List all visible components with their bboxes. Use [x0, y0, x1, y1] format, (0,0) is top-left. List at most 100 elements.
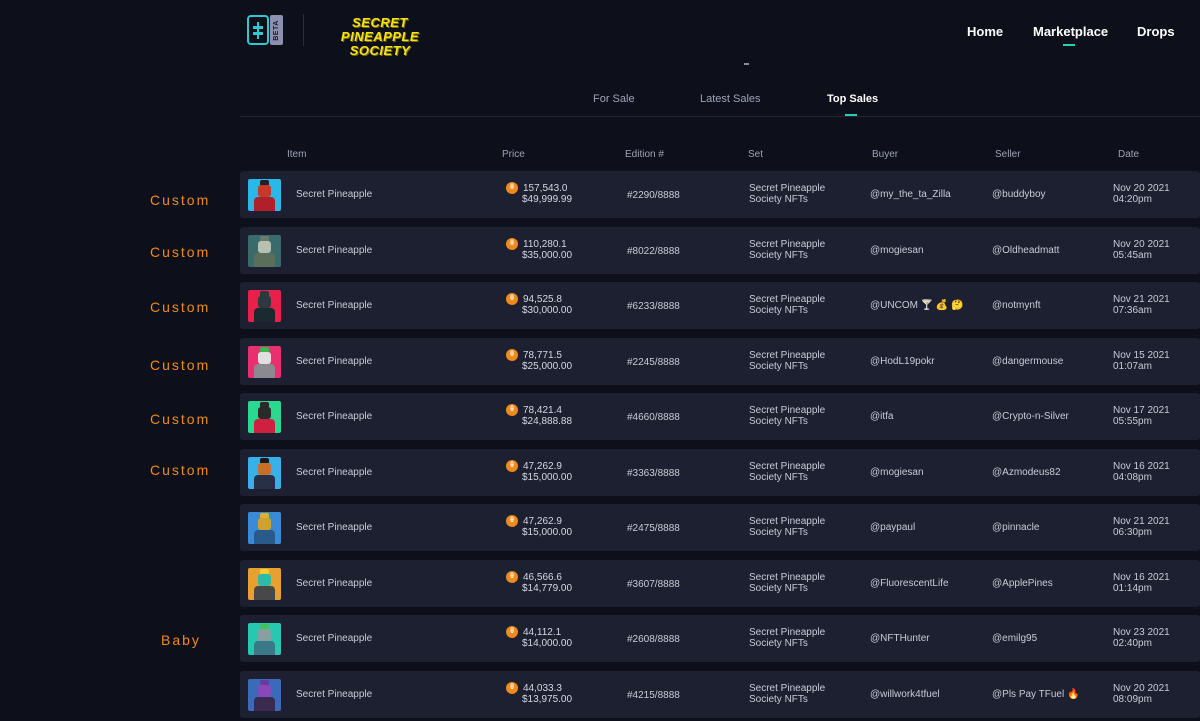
seller-link[interactable]: @Crypto-n-Silver	[992, 411, 1069, 422]
column-header-seller: Seller	[995, 149, 1021, 160]
edition-number: #4215/8888	[627, 690, 680, 701]
item-name: Secret Pineapple	[296, 578, 373, 589]
brand-line-1: SECRET PINEAPPLE	[340, 15, 420, 44]
buyer-link[interactable]: @NFTHunter	[870, 633, 930, 644]
set-name-line-1: Secret Pineapple	[749, 683, 826, 694]
seller-link[interactable]: @emilg95	[992, 633, 1037, 644]
sale-date-time: 05:55pm	[1113, 416, 1152, 427]
item-name: Secret Pineapple	[296, 467, 373, 478]
table-row[interactable]: Secret Pineapple θ 44,033.3 $13,975.00 #…	[240, 671, 1200, 718]
divider-dash	[744, 63, 749, 65]
sale-date-day: Nov 20 2021	[1113, 683, 1170, 694]
table-row[interactable]: Secret Pineapple θ 78,771.5 $25,000.00 #…	[240, 338, 1200, 385]
seller-link[interactable]: @buddyboy	[992, 189, 1046, 200]
nav-home[interactable]: Home	[967, 24, 1003, 39]
side-annotation-label: Custom	[150, 299, 211, 315]
sale-date-time: 07:36am	[1113, 305, 1152, 316]
table-row[interactable]: Secret Pineapple θ 47,262.9 $15,000.00 #…	[240, 449, 1200, 496]
tfuel-coin-icon: θ	[506, 238, 518, 250]
price-tfuel: 110,280.1	[523, 239, 567, 250]
item-name: Secret Pineapple	[296, 522, 373, 533]
nav-drops[interactable]: Drops	[1137, 24, 1175, 39]
seller-link[interactable]: @Azmodeus82	[992, 467, 1061, 478]
nft-thumbnail	[248, 179, 281, 211]
column-header-set: Set	[748, 149, 764, 160]
edition-number: #8022/8888	[627, 246, 680, 257]
edition-number: #3363/8888	[627, 468, 680, 479]
tab-top-sales[interactable]: Top Sales	[827, 93, 878, 105]
buyer-link[interactable]: @my_the_ta_Zilla	[870, 189, 951, 200]
price-usd: $15,000.00	[522, 472, 573, 483]
set-name: Secret Pineapple Society NFTs	[749, 183, 849, 205]
table-row[interactable]: Secret Pineapple θ 157,543.0 $49,999.99 …	[240, 171, 1200, 218]
pineapple-head-icon	[258, 296, 271, 308]
set-name-line-1: Secret Pineapple	[749, 350, 826, 361]
tfuel-coin-icon: θ	[506, 571, 518, 583]
brand-line-2: SOCIETY	[349, 43, 411, 58]
seller-link[interactable]: @dangermouse	[992, 356, 1063, 367]
buyer-link[interactable]: @mogiesan	[870, 245, 924, 256]
sale-date-time: 04:20pm	[1113, 194, 1152, 205]
seller-link[interactable]: @notmynft	[992, 300, 1041, 311]
set-name-line-2: Society NFTs	[749, 194, 808, 205]
set-name: Secret Pineapple Society NFTs	[749, 294, 849, 316]
edition-number: #2475/8888	[627, 523, 680, 534]
price-usd: $13,975.00	[522, 694, 573, 705]
sale-date: Nov 16 2021 04:08pm	[1113, 461, 1170, 483]
set-name-line-2: Society NFTs	[749, 361, 808, 372]
edition-number: #3607/8888	[627, 579, 680, 590]
buyer-link[interactable]: @paypaul	[870, 522, 915, 533]
tfuel-coin-icon: θ	[506, 460, 518, 472]
table-row[interactable]: Secret Pineapple θ 47,262.9 $15,000.00 #…	[240, 504, 1200, 551]
set-name-line-1: Secret Pineapple	[749, 239, 826, 250]
nft-thumbnail	[248, 346, 281, 378]
price-tfuel: 78,771.5	[523, 350, 562, 361]
tabs-divider	[240, 116, 1200, 117]
brand-logo[interactable]: SECRET PINEAPPLE SOCIETY	[321, 16, 439, 58]
price-usd: $14,000.00	[522, 638, 573, 649]
tfuel-coin-icon: θ	[506, 182, 518, 194]
nav-marketplace[interactable]: Marketplace	[1033, 24, 1108, 39]
seller-link[interactable]: @Pls Pay TFuel 🔥	[992, 689, 1079, 700]
sale-date-day: Nov 15 2021	[1113, 350, 1170, 361]
price-tfuel: 44,033.3	[523, 683, 562, 694]
seller-link[interactable]: @Oldheadmatt	[992, 245, 1059, 256]
price-usd: $25,000.00	[522, 361, 573, 372]
pineapple-body-icon	[254, 475, 275, 489]
sale-date-day: Nov 23 2021	[1113, 627, 1170, 638]
tab-for-sale[interactable]: For Sale	[593, 93, 635, 105]
table-row[interactable]: Secret Pineapple θ 94,525.8 $30,000.00 #…	[240, 282, 1200, 329]
buyer-link[interactable]: @UNCOM 🍸 💰 🤔	[870, 300, 964, 311]
tab-latest-sales[interactable]: Latest Sales	[700, 93, 761, 105]
side-annotation-label: Custom	[150, 192, 211, 208]
set-name: Secret Pineapple Society NFTs	[749, 350, 849, 372]
seller-link[interactable]: @pinnacle	[992, 522, 1039, 533]
buyer-link[interactable]: @FluorescentLife	[870, 578, 949, 589]
table-row[interactable]: Secret Pineapple θ 44,112.1 $14,000.00 #…	[240, 615, 1200, 662]
buyer-link[interactable]: @HodL19pokr	[870, 356, 935, 367]
item-name: Secret Pineapple	[296, 411, 373, 422]
pineapple-head-icon	[258, 407, 271, 419]
sale-date-time: 04:08pm	[1113, 472, 1152, 483]
set-name: Secret Pineapple Society NFTs	[749, 239, 849, 261]
logo-stem-icon	[257, 22, 259, 39]
seller-link[interactable]: @ApplePines	[992, 578, 1053, 589]
table-row[interactable]: Secret Pineapple θ 110,280.1 $35,000.00 …	[240, 227, 1200, 274]
sale-date-day: Nov 16 2021	[1113, 461, 1170, 472]
buyer-link[interactable]: @mogiesan	[870, 467, 924, 478]
buyer-link[interactable]: @itfa	[870, 411, 894, 422]
edition-number: #2245/8888	[627, 357, 680, 368]
sale-date-day: Nov 16 2021	[1113, 572, 1170, 583]
table-row[interactable]: Secret Pineapple θ 78,421.4 $24,888.88 #…	[240, 393, 1200, 440]
edition-number: #4660/8888	[627, 412, 680, 423]
sale-date: Nov 15 2021 01:07am	[1113, 350, 1170, 372]
theta-logo[interactable]	[247, 15, 269, 45]
sale-date-time: 08:09pm	[1113, 694, 1152, 705]
table-row[interactable]: Secret Pineapple θ 46,566.6 $14,779.00 #…	[240, 560, 1200, 607]
nft-thumbnail	[248, 512, 281, 544]
set-name-line-2: Society NFTs	[749, 527, 808, 538]
tfuel-coin-icon: θ	[506, 404, 518, 416]
buyer-link[interactable]: @willwork4tfuel	[870, 689, 940, 700]
pineapple-body-icon	[254, 197, 275, 211]
nft-thumbnail	[248, 401, 281, 433]
